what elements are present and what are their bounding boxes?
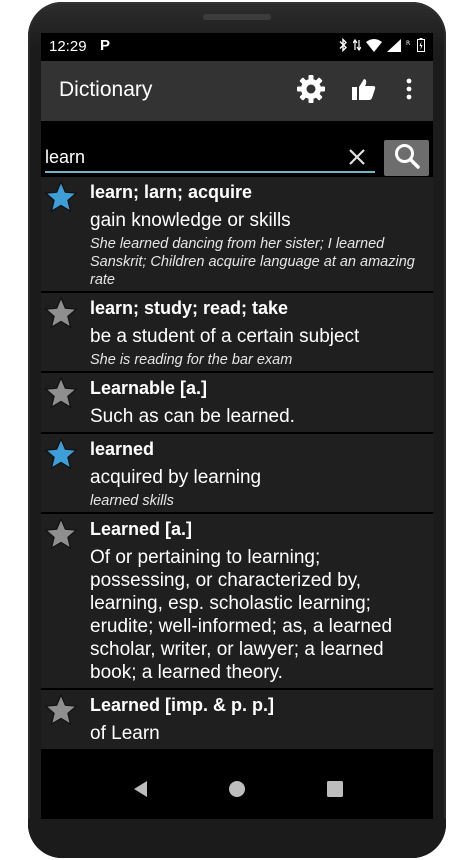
app-toolbar: Dictionary bbox=[41, 61, 433, 121]
phone-speaker bbox=[203, 14, 271, 20]
nav-home-button[interactable] bbox=[225, 779, 249, 803]
result-text: learn; larn; acquire gain knowledge or sk… bbox=[90, 177, 433, 291]
star-outline-icon[interactable] bbox=[44, 693, 78, 727]
result-definition: Such as can be learned. bbox=[90, 406, 295, 427]
result-definition: of Learn bbox=[90, 723, 160, 744]
status-time: 12:29 bbox=[49, 38, 87, 55]
result-text: Learned [a.] Of or pertaining to learning… bbox=[90, 514, 433, 688]
star-filled-icon[interactable] bbox=[44, 180, 78, 214]
settings-button[interactable] bbox=[295, 75, 327, 107]
nav-recents-button[interactable] bbox=[323, 779, 347, 803]
result-row[interactable]: Learned [a.] Of or pertaining to learning… bbox=[41, 514, 433, 690]
result-row[interactable]: learned acquired by learning learned skill… bbox=[41, 434, 433, 514]
recents-square-icon bbox=[326, 780, 344, 802]
rate-button[interactable] bbox=[348, 75, 380, 107]
home-circle-icon bbox=[228, 780, 246, 802]
result-text: Learned [imp. & p. p.] of Learn bbox=[90, 690, 433, 749]
search-icon bbox=[394, 143, 420, 173]
result-text: learned acquired by learning learned skill… bbox=[90, 434, 433, 512]
result-row[interactable]: learn; study; read; take be a student of … bbox=[41, 293, 433, 373]
signal-icon bbox=[387, 38, 401, 56]
thumbs-up-icon bbox=[352, 78, 376, 104]
result-definition: acquired by learning bbox=[90, 467, 262, 488]
bluetooth-icon bbox=[339, 37, 348, 56]
overflow-menu-button[interactable] bbox=[393, 75, 425, 107]
result-example: She learned dancing from her sister; I l… bbox=[90, 236, 415, 288]
app-notification-icon: P bbox=[100, 37, 111, 54]
result-term: Learned [imp. & p. p.] bbox=[90, 695, 275, 715]
status-icons: R bbox=[339, 37, 425, 56]
phone-chin bbox=[28, 819, 446, 858]
result-row[interactable]: Learnable [a.] Such as can be learned. bbox=[41, 373, 433, 434]
result-definition: gain knowledge or skills bbox=[90, 210, 291, 231]
data-arrows-icon bbox=[352, 38, 362, 56]
result-term: Learnable [a.] bbox=[90, 378, 208, 398]
result-example: She is reading for the bar exam bbox=[90, 352, 293, 368]
result-row[interactable]: Learned [imp. & p. p.] of Learn bbox=[41, 690, 433, 751]
app-title: Dictionary bbox=[59, 78, 153, 101]
search-bar bbox=[41, 121, 433, 177]
result-text: learn; study; read; take be a student of … bbox=[90, 293, 433, 371]
result-term: learn; larn; acquire bbox=[90, 182, 253, 202]
result-definition: Of or pertaining to learning; possessing… bbox=[90, 547, 393, 683]
star-filled-icon[interactable] bbox=[44, 437, 78, 471]
wifi-icon bbox=[366, 38, 382, 56]
system-nav-bar bbox=[41, 763, 433, 819]
close-icon bbox=[345, 149, 369, 173]
status-bar: 12:29 P R bbox=[41, 33, 433, 61]
result-term: Learned [a.] bbox=[90, 519, 193, 539]
result-definition: be a student of a certain subject bbox=[90, 326, 360, 347]
results-list: learn; larn; acquire gain knowledge or sk… bbox=[41, 177, 433, 751]
battery-icon bbox=[417, 38, 425, 56]
back-triangle-icon bbox=[132, 780, 150, 802]
result-text: Learnable [a.] Such as can be learned. bbox=[90, 373, 433, 432]
star-outline-icon[interactable] bbox=[44, 376, 78, 410]
result-example: learned skills bbox=[90, 493, 174, 509]
clear-search-button[interactable] bbox=[345, 145, 369, 169]
search-button[interactable] bbox=[384, 140, 429, 176]
result-row[interactable]: learn; larn; acquire gain knowledge or sk… bbox=[41, 177, 433, 293]
nav-back-button[interactable] bbox=[129, 779, 153, 803]
screen: 12:29 P R Dictionary learn learn; larn; … bbox=[41, 33, 433, 763]
star-outline-icon[interactable] bbox=[44, 517, 78, 551]
svg-text:R: R bbox=[406, 40, 410, 47]
result-term: learned bbox=[90, 439, 155, 459]
search-input[interactable] bbox=[45, 143, 375, 173]
roaming-icon: R bbox=[406, 39, 412, 56]
star-outline-icon[interactable] bbox=[44, 296, 78, 330]
result-term: learn; study; read; take bbox=[90, 298, 289, 318]
more-vert-icon bbox=[406, 78, 412, 104]
gear-icon bbox=[296, 74, 326, 108]
